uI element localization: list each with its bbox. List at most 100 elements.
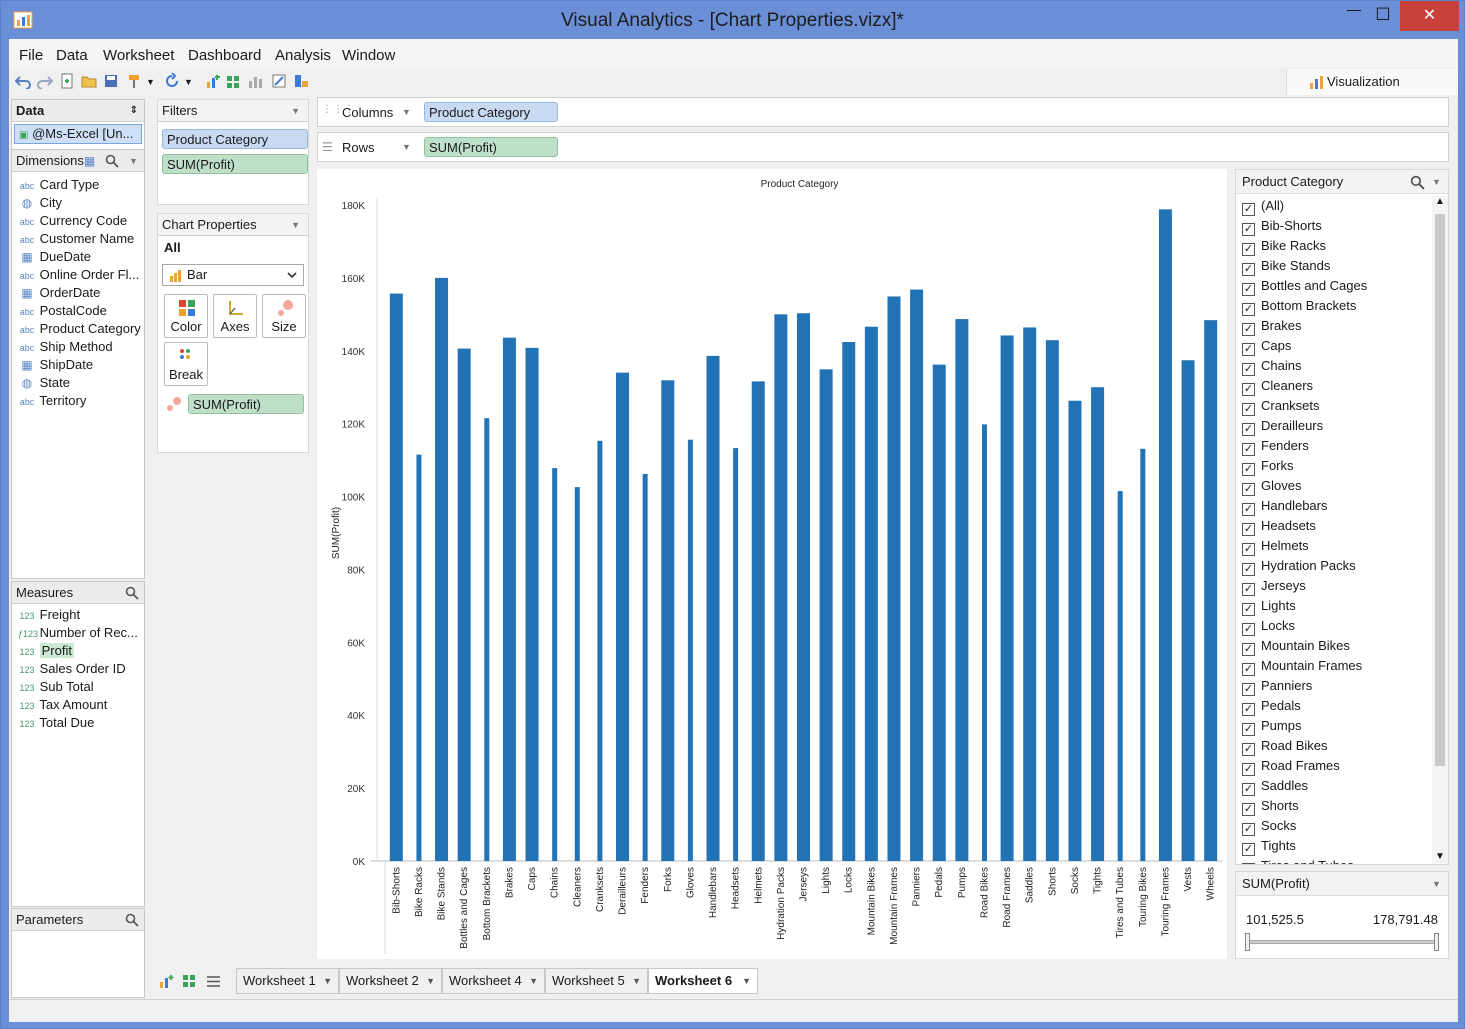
dimension-online-order-fl[interactable]: abc Online Order Fl... xyxy=(18,266,140,284)
filter-option-bib-shorts[interactable]: ✓ Bib-Shorts xyxy=(1242,216,1322,236)
filter-option-chains[interactable]: ✓ Chains xyxy=(1242,356,1301,376)
search-icon[interactable] xyxy=(1410,175,1425,190)
data-source-item[interactable]: ▣ @Ms-Excel [Un... xyxy=(14,124,142,144)
bar-bottles-and-cages[interactable] xyxy=(457,348,471,861)
bar-lights[interactable] xyxy=(819,369,833,861)
tab-menu-icon[interactable]: ▼ xyxy=(742,969,751,993)
filter-scrollbar-thumb[interactable] xyxy=(1435,214,1445,766)
bar-bike-stands[interactable] xyxy=(435,277,449,861)
tab-menu-icon[interactable]: ▼ xyxy=(323,969,332,993)
filter-option-hydration-packs[interactable]: ✓ Hydration Packs xyxy=(1242,556,1356,576)
measure-freight[interactable]: 123 Freight xyxy=(18,606,80,624)
search-icon[interactable] xyxy=(125,913,139,927)
menu-data[interactable]: Data xyxy=(56,47,88,64)
save-icon[interactable] xyxy=(103,73,119,89)
new-file-icon[interactable] xyxy=(59,73,75,89)
bar-brakes[interactable] xyxy=(502,337,516,861)
filter-option-panniers[interactable]: ✓ Panniers xyxy=(1242,676,1312,696)
bar-cranksets[interactable] xyxy=(597,440,603,861)
swap-icon[interactable] xyxy=(293,73,309,89)
checkbox-checked-icon[interactable]: ✓ xyxy=(1242,323,1255,336)
dimension-city[interactable]: ◍ City xyxy=(18,194,62,212)
dimension-currency-code[interactable]: abc Currency Code xyxy=(18,212,127,230)
checkbox-checked-icon[interactable]: ✓ xyxy=(1242,723,1255,736)
tab-menu-icon[interactable]: ▼ xyxy=(632,969,641,993)
checkbox-checked-icon[interactable]: ✓ xyxy=(1242,263,1255,276)
search-icon[interactable] xyxy=(125,586,139,600)
close-button[interactable]: ✕ xyxy=(1400,1,1459,31)
checkbox-checked-icon[interactable]: ✓ xyxy=(1242,863,1255,864)
checkbox-checked-icon[interactable]: ✓ xyxy=(1242,543,1255,556)
checkbox-checked-icon[interactable]: ✓ xyxy=(1242,703,1255,716)
bar-tights[interactable] xyxy=(1091,387,1105,861)
filter-option-forks[interactable]: ✓ Forks xyxy=(1242,456,1294,476)
filter-option-bottom-brackets[interactable]: ✓ Bottom Brackets xyxy=(1242,296,1356,316)
dimension-territory[interactable]: abc Territory xyxy=(18,392,87,410)
dimension-product-category[interactable]: abc Product Category xyxy=(18,320,141,338)
measure-sub-total[interactable]: 123 Sub Total xyxy=(18,678,93,696)
title-bar[interactable]: Visual Analytics - [Chart Properties.viz… xyxy=(1,1,1464,39)
visualization-tab[interactable]: Visualization xyxy=(1286,69,1458,95)
bar-bib-shorts[interactable] xyxy=(389,293,403,861)
dimension-shipdate[interactable]: ▦ ShipDate xyxy=(18,356,93,374)
checkbox-checked-icon[interactable]: ✓ xyxy=(1242,463,1255,476)
filter-option-lights[interactable]: ✓ Lights xyxy=(1242,596,1296,616)
table-view-icon[interactable]: ▦ xyxy=(84,150,95,172)
format-dropdown-icon[interactable]: ▼ xyxy=(146,77,162,93)
bar-mountain-frames[interactable] xyxy=(887,296,901,861)
filters-menu-icon[interactable]: ▼ xyxy=(291,100,300,122)
bar-derailleurs[interactable] xyxy=(616,372,630,861)
checkbox-checked-icon[interactable]: ✓ xyxy=(1242,743,1255,756)
filter-option-caps[interactable]: ✓ Caps xyxy=(1242,336,1291,356)
checkbox-checked-icon[interactable]: ✓ xyxy=(1242,443,1255,456)
checkbox-checked-icon[interactable]: ✓ xyxy=(1242,843,1255,856)
dimension-orderdate[interactable]: ▦ OrderDate xyxy=(18,284,100,302)
checkbox-checked-icon[interactable]: ✓ xyxy=(1242,363,1255,376)
bar-cleaners[interactable] xyxy=(574,487,580,861)
bar-road-frames[interactable] xyxy=(1000,335,1014,861)
color-button[interactable]: Color xyxy=(164,294,208,338)
filter-option-all[interactable]: ✓ (All) xyxy=(1242,196,1284,216)
filter-option-pumps[interactable]: ✓ Pumps xyxy=(1242,716,1301,736)
worksheet-tab-worksheet-1[interactable]: Worksheet 1 ▼ xyxy=(236,968,339,994)
tab-menu-icon[interactable]: ▼ xyxy=(529,969,538,993)
bar-wheels[interactable] xyxy=(1204,320,1218,861)
menu-window[interactable]: Window xyxy=(342,47,395,64)
search-icon[interactable] xyxy=(105,154,119,168)
sort-icon[interactable]: ⇕ xyxy=(130,100,138,122)
bar-pedals[interactable] xyxy=(932,364,946,861)
dimensions-menu-icon[interactable]: ▼ xyxy=(129,150,138,172)
bar-pumps[interactable] xyxy=(955,319,969,861)
filter-option-socks[interactable]: ✓ Socks xyxy=(1242,816,1296,836)
dimension-duedate[interactable]: ▦ DueDate xyxy=(18,248,91,266)
size-pill-sum-profit[interactable]: SUM(Profit) xyxy=(188,394,304,414)
checkbox-checked-icon[interactable]: ✓ xyxy=(1242,303,1255,316)
bar-shorts[interactable] xyxy=(1045,340,1059,862)
bar-jerseys[interactable] xyxy=(797,313,810,861)
chart-type-select[interactable]: Bar xyxy=(162,264,304,286)
filter-option-derailleurs[interactable]: ✓ Derailleurs xyxy=(1242,416,1323,436)
rows-menu-icon[interactable]: ▼ xyxy=(402,142,411,152)
filter-option-cleaners[interactable]: ✓ Cleaners xyxy=(1242,376,1313,396)
filter-pill-product-category[interactable]: Product Category xyxy=(162,129,308,149)
checkbox-checked-icon[interactable]: ✓ xyxy=(1242,823,1255,836)
scroll-up-icon[interactable]: ▲ xyxy=(1435,196,1445,207)
checkbox-checked-icon[interactable]: ✓ xyxy=(1242,283,1255,296)
checkbox-checked-icon[interactable]: ✓ xyxy=(1242,763,1255,776)
break-button[interactable]: Break xyxy=(164,342,208,386)
checkbox-checked-icon[interactable]: ✓ xyxy=(1242,523,1255,536)
filter-option-locks[interactable]: ✓ Locks xyxy=(1242,616,1295,636)
checkbox-checked-icon[interactable]: ✓ xyxy=(1242,623,1255,636)
bar-gloves[interactable] xyxy=(687,439,693,861)
filter-option-fenders[interactable]: ✓ Fenders xyxy=(1242,436,1309,456)
checkbox-checked-icon[interactable]: ✓ xyxy=(1242,403,1255,416)
checkbox-checked-icon[interactable]: ✓ xyxy=(1242,583,1255,596)
worksheet-tab-worksheet-6[interactable]: Worksheet 6 ▼ xyxy=(648,968,758,994)
filter-option-bike-racks[interactable]: ✓ Bike Racks xyxy=(1242,236,1326,256)
checkbox-checked-icon[interactable]: ✓ xyxy=(1242,223,1255,236)
filter-option-pedals[interactable]: ✓ Pedals xyxy=(1242,696,1301,716)
bar-bottom-brackets[interactable] xyxy=(484,418,490,861)
bar-locks[interactable] xyxy=(842,342,856,861)
filter-option-bike-stands[interactable]: ✓ Bike Stands xyxy=(1242,256,1330,276)
rows-pill-sum-profit[interactable]: SUM(Profit) xyxy=(424,137,558,157)
